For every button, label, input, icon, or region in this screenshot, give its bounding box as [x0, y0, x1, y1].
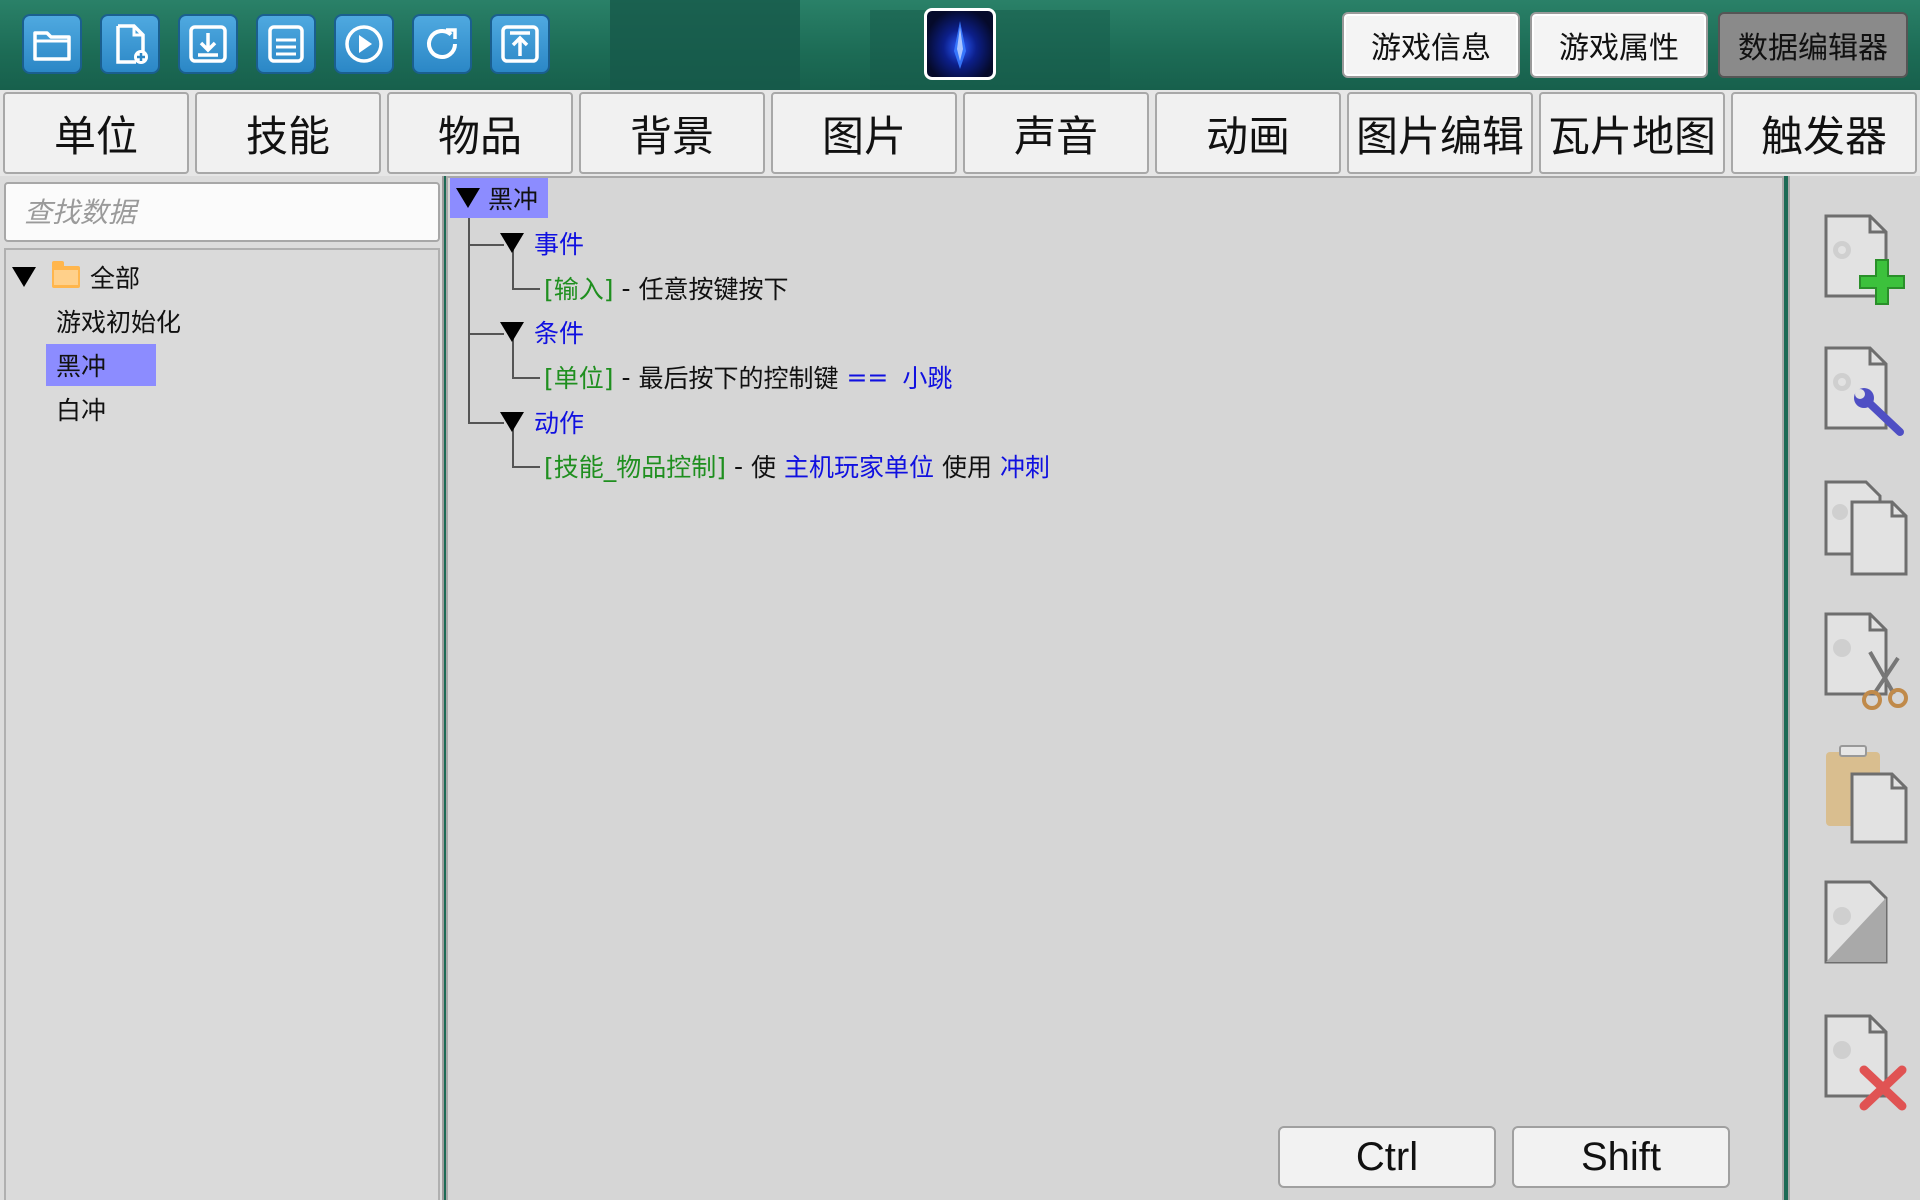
condition-label: 条件 — [534, 319, 585, 348]
action-verb: 使 — [750, 453, 776, 482]
expand-triangle-icon[interactable] — [456, 188, 480, 208]
condition-text: 最后按下的控制键 — [638, 364, 839, 393]
tab-image[interactable]: 图片 — [771, 92, 957, 174]
add-data-icon[interactable] — [1820, 210, 1912, 314]
tab-unit[interactable]: 单位 — [3, 92, 189, 174]
cut-data-icon[interactable] — [1820, 608, 1912, 712]
expand-triangle-icon[interactable] — [12, 267, 36, 287]
folder-icon — [52, 261, 80, 288]
tab-skill[interactable]: 技能 — [195, 92, 381, 174]
list-item[interactable]: 游戏初始化 — [46, 300, 191, 342]
action-node[interactable]: 动作 — [500, 402, 584, 442]
shift-button[interactable]: Shift — [1512, 1126, 1730, 1188]
data-editor-button[interactable]: 数据编辑器 — [1718, 12, 1908, 78]
search-input[interactable] — [4, 182, 440, 242]
condition-line[interactable]: [单位] - 最后按下的控制键 == 小跳 — [544, 357, 952, 397]
data-list-panel: 全部 游戏初始化 黑冲 白冲 — [0, 176, 444, 1200]
refresh-icon[interactable] — [412, 14, 472, 74]
trigger-root[interactable]: 黑冲 — [450, 178, 549, 218]
category-tabs: 单位 技能 物品 背景 图片 声音 动画 图片编辑 瓦片地图 触发器 — [0, 90, 1920, 176]
open-folder-icon[interactable] — [22, 14, 82, 74]
event-line[interactable]: [输入] - 任意按键按下 — [544, 268, 788, 308]
tree-root-label: 全部 — [90, 264, 141, 293]
import-icon[interactable] — [178, 14, 238, 74]
paste-data-icon[interactable] — [1820, 744, 1912, 848]
tree-line — [468, 198, 470, 422]
action-line[interactable]: [技能_物品控制] - 使 主机玩家单位 使用 冲刺 — [544, 446, 1050, 486]
expand-triangle-icon[interactable] — [500, 412, 524, 432]
separator: - — [613, 273, 639, 303]
action-subject[interactable]: 主机玩家单位 — [784, 448, 934, 484]
trigger-editor: 黑冲 事件 [输入] - 任意按键按下 条件 [单位] - 最后按下的控制键 =… — [446, 176, 1784, 1200]
top-toolbar: 游戏信息 游戏属性 数据编辑器 — [0, 0, 1920, 90]
upload-icon[interactable] — [490, 14, 550, 74]
tree-line — [512, 377, 540, 379]
action-object[interactable]: 冲刺 — [1000, 448, 1050, 484]
right-toolbar — [1788, 176, 1920, 1200]
condition-operator[interactable]: == — [846, 363, 888, 392]
game-thumbnail[interactable] — [924, 8, 996, 80]
tree-line — [468, 244, 504, 246]
tab-animation[interactable]: 动画 — [1155, 92, 1341, 174]
tab-image-edit[interactable]: 图片编辑 — [1347, 92, 1533, 174]
event-label: 事件 — [534, 230, 585, 259]
tree-line — [468, 333, 504, 335]
separator: - — [726, 451, 751, 481]
tab-tilemap[interactable]: 瓦片地图 — [1539, 92, 1725, 174]
condition-tag: [单位] — [544, 364, 614, 393]
data-tree: 全部 游戏初始化 黑冲 白冲 — [4, 248, 440, 1200]
game-properties-button[interactable]: 游戏属性 — [1530, 12, 1708, 78]
action-tag: [技能_物品控制] — [544, 453, 727, 482]
list-item-selected[interactable]: 黑冲 — [46, 344, 156, 386]
tree-line — [468, 422, 504, 424]
tab-background[interactable]: 背景 — [579, 92, 765, 174]
new-file-icon[interactable] — [100, 14, 160, 74]
condition-value[interactable]: 小跳 — [902, 359, 952, 395]
action-verb2: 使用 — [941, 453, 992, 482]
tab-sound[interactable]: 声音 — [963, 92, 1149, 174]
tab-trigger[interactable]: 触发器 — [1731, 92, 1917, 174]
tree-line — [512, 288, 540, 290]
event-tag: [输入] — [544, 275, 614, 304]
delete-data-icon[interactable] — [1820, 1010, 1912, 1114]
edit-data-icon[interactable] — [1820, 342, 1912, 446]
disable-data-icon[interactable] — [1820, 876, 1912, 980]
ctrl-button[interactable]: Ctrl — [1278, 1126, 1496, 1188]
tree-root[interactable]: 全部 — [12, 256, 140, 298]
list-item[interactable]: 白冲 — [46, 388, 116, 430]
save-icon[interactable] — [256, 14, 316, 74]
copy-data-icon[interactable] — [1820, 476, 1912, 580]
condition-node[interactable]: 条件 — [500, 312, 584, 352]
tab-item[interactable]: 物品 — [387, 92, 573, 174]
action-label: 动作 — [534, 409, 585, 438]
separator: - — [613, 362, 639, 392]
expand-triangle-icon[interactable] — [500, 322, 524, 342]
tree-line — [512, 466, 540, 468]
expand-triangle-icon[interactable] — [500, 233, 524, 253]
trigger-name: 黑冲 — [488, 185, 539, 214]
event-text: 任意按键按下 — [638, 275, 789, 304]
event-node[interactable]: 事件 — [500, 223, 584, 263]
game-info-button[interactable]: 游戏信息 — [1342, 12, 1520, 78]
play-icon[interactable] — [334, 14, 394, 74]
